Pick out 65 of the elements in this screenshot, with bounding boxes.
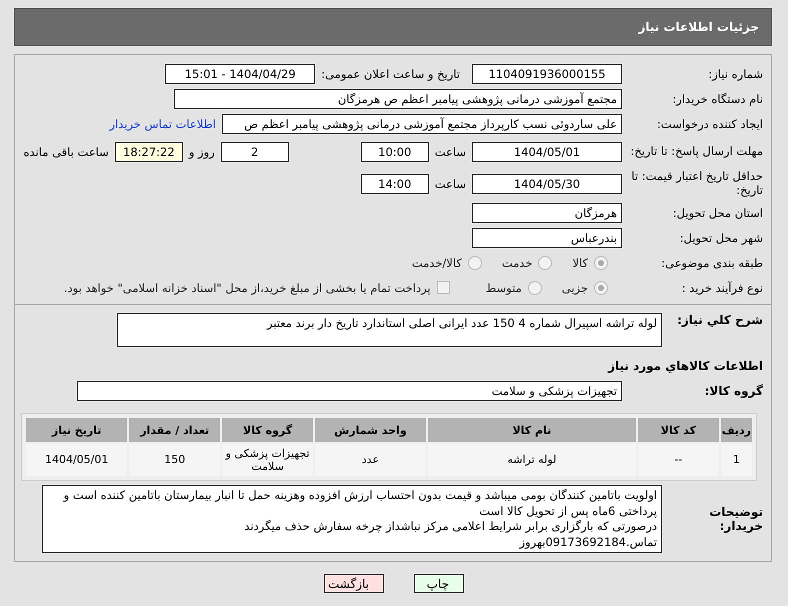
requester-field: علی ساردوئی نسب کارپرداز مجتمع آموزشی درمانی پژوهشی پیامبر اعظم ص <box>222 114 622 134</box>
column-header: کد کالا <box>638 418 719 442</box>
radio-label: متوسط <box>486 280 522 294</box>
table-cell: 1404/05/01 <box>26 444 128 476</box>
announce-date-field: 1404/04/29 - 15:01 <box>165 64 316 84</box>
field-label: استان محل تحویل: <box>672 206 763 220</box>
time-field: 14:00 <box>360 174 429 194</box>
checkbox[interactable] <box>436 281 450 294</box>
days-field: 2 <box>220 142 289 162</box>
column-header: نام کالا <box>428 418 636 442</box>
table-cell: 150 <box>129 444 220 476</box>
table-cell: 1 <box>720 444 752 476</box>
back-button[interactable]: بازگشت <box>324 574 384 594</box>
field-label: شهر محل تحویل: <box>678 230 763 244</box>
field-label: ساعت <box>434 177 466 191</box>
checkbox-label: پرداخت تمام یا بخشی از مبلغ خرید،از محل "اسناد خزانه اسلامی" خواهد بود. <box>64 280 431 294</box>
buyer-org-field: مجتمع آموزشی درمانی پژوهشی پیامبر اعظم ص هرمزگان <box>174 88 622 108</box>
field-label: روز و <box>188 145 215 159</box>
column-header: ردیف <box>720 418 752 442</box>
city-field: بندرعباس <box>472 228 622 248</box>
notes-line: درصورتی که بارگزاری برابر شرایط اعلامی مرکز نباشداز چرخه سفارش حذف میگردند <box>243 519 657 535</box>
field-label: ایجاد کننده درخواست: <box>656 116 763 130</box>
goods-group-field: تجهیزات پزشکی و سلامت <box>77 380 622 400</box>
description-field: لوله تراشه اسپیرال شماره 4 150 عدد ایرانی اصلی استاندارد تاریخ دار برند معتبر <box>117 313 662 347</box>
radio-button[interactable] <box>594 280 608 294</box>
field-label: تاریخ و ساعت اعلان عمومی: <box>321 66 460 80</box>
field-label: ساعت <box>434 145 466 159</box>
notes-line: اولویت باتامین کنندگان بومی میباشد و قیمت بدون احتساب ارزش افزوده وهزینه حمل تا انبار بیمارستان باتامین کننده است و پرداختی 6ماه پس از تحویل کالا است <box>62 488 657 520</box>
field-label: گروه کالا: <box>704 384 763 398</box>
province-field: هرمزگان <box>472 202 622 222</box>
radio-label: کالا <box>572 256 588 270</box>
column-header: واحد شمارش <box>315 418 426 442</box>
radio-button[interactable] <box>594 256 608 270</box>
radio-label: کالا/خدمت <box>412 256 462 270</box>
radio-button[interactable] <box>468 256 482 270</box>
column-header: گروه کالا <box>222 418 314 442</box>
field-label: مهلت ارسال پاسخ: تا تاریخ: <box>629 145 763 159</box>
radio-label: جزیی <box>562 280 588 294</box>
table-cell: لوله تراشه <box>428 444 636 476</box>
page-title: جزئیات اطلاعات نیاز <box>638 20 759 34</box>
radio-button[interactable] <box>538 256 552 270</box>
need-number-field: 1104091936000155 <box>472 64 622 84</box>
notes-line: تماس.09173692184بهروز <box>518 534 657 550</box>
field-label: شرح کلي نياز: <box>676 313 763 327</box>
field-label: طبقه بندی موضوعی: <box>660 256 763 270</box>
field-label: نام دستگاه خریدار: <box>671 92 763 106</box>
column-header: تعداد / مقدار <box>129 418 220 442</box>
buyer-contact-link[interactable]: اطلاعات تماس خریدار <box>109 116 216 130</box>
table-cell: عدد <box>315 444 426 476</box>
table-cell: تجهیزات پزشکی و سلامت <box>222 444 314 476</box>
print-button[interactable]: چاپ <box>414 574 464 594</box>
remaining-time-field: 18:27:22 <box>114 142 183 162</box>
section-heading: اطلاعات کالاهاي مورد نياز <box>608 358 763 372</box>
date-field: 1404/05/01 <box>472 142 622 162</box>
field-label: شماره نیاز: <box>707 66 763 80</box>
radio-label: خدمت <box>502 256 532 270</box>
radio-button[interactable] <box>528 280 542 294</box>
field-label: حداقل تاریخ اعتبار قیمت: تا تاریخ: <box>630 170 763 198</box>
field-label: نوع فرآیند خرید : <box>680 280 763 294</box>
time-field: 10:00 <box>360 142 429 162</box>
column-header: تاریخ نیاز <box>26 418 128 442</box>
field-label: توضیحات خریدار: <box>708 505 763 534</box>
field-label: ساعت باقی مانده <box>24 145 109 159</box>
date-field: 1404/05/30 <box>472 174 622 194</box>
table-cell: -- <box>638 444 719 476</box>
